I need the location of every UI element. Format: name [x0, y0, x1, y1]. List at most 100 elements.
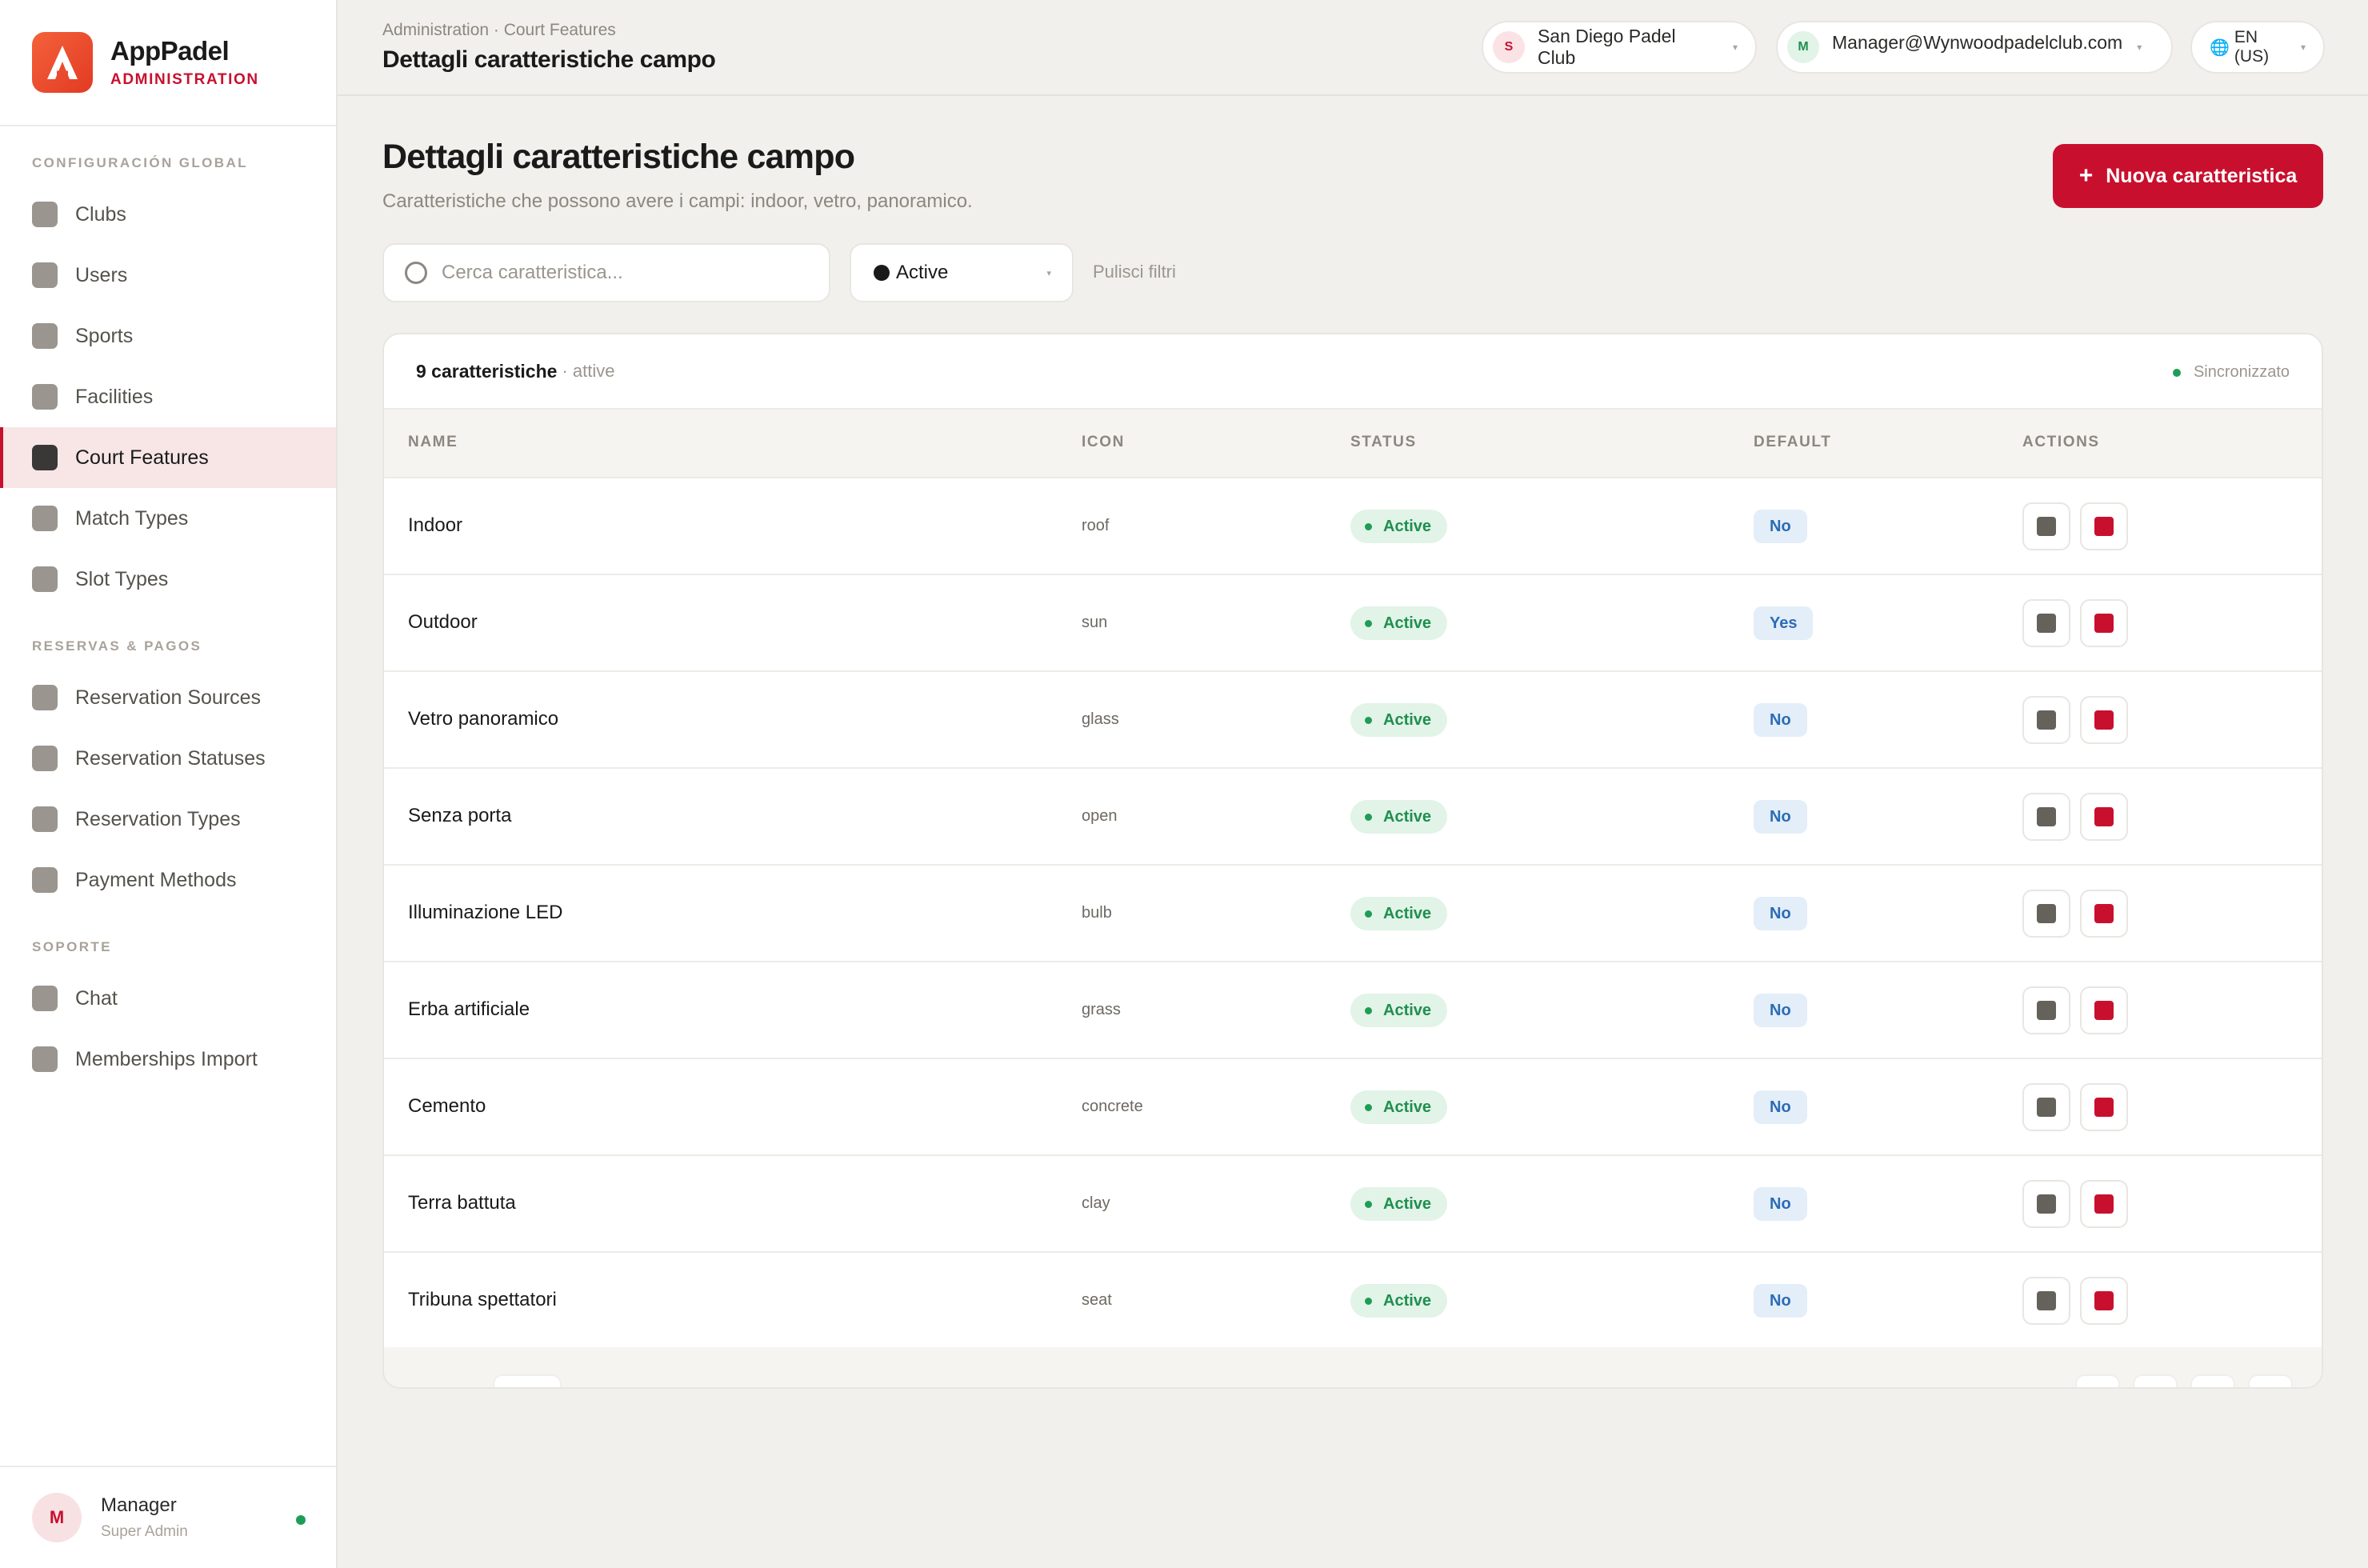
feature-icon-key: seat: [1082, 1291, 1112, 1309]
delete-icon: [2094, 1291, 2114, 1310]
search-input[interactable]: [442, 262, 810, 284]
table-row[interactable]: Erba artificiale grass Active No: [384, 962, 2322, 1059]
delete-icon: [2094, 517, 2114, 536]
reservation-types-icon: [32, 806, 58, 832]
sidebar-item-label: Facilities: [75, 385, 154, 408]
edit-button[interactable]: [2022, 1277, 2070, 1325]
table-row[interactable]: Vetro panoramico glass Active No: [384, 672, 2322, 769]
column-header-actions: ACTIONS: [2022, 434, 2100, 450]
sidebar-item-payment-methods[interactable]: Payment Methods: [0, 850, 336, 910]
status-filter[interactable]: Active ▾: [850, 243, 1074, 302]
feature-icon-key: open: [1082, 807, 1118, 825]
sidebar-item-slot-types[interactable]: Slot Types: [0, 549, 336, 610]
sidebar-item-label: Slot Types: [75, 567, 169, 590]
sidebar-item-match-types[interactable]: Match Types: [0, 488, 336, 549]
feature-icon-key: sun: [1082, 614, 1108, 631]
status-dot-icon: [1365, 1200, 1372, 1208]
feature-icon-key: glass: [1082, 710, 1119, 728]
table-row[interactable]: Indoor roof Active No: [384, 478, 2322, 575]
delete-button[interactable]: [2080, 890, 2128, 938]
default-badge: No: [1754, 1187, 1807, 1221]
sidebar-item-users[interactable]: Users: [0, 245, 336, 306]
pagination-button[interactable]: [2248, 1374, 2293, 1387]
delete-button[interactable]: [2080, 1180, 2128, 1228]
sidebar-item-memberships-import[interactable]: Memberships Import: [0, 1029, 336, 1090]
edit-button[interactable]: [2022, 793, 2070, 841]
pagination-button[interactable]: [2075, 1374, 2120, 1387]
edit-icon: [2037, 1098, 2056, 1117]
sidebar-item-chat[interactable]: Chat: [0, 968, 336, 1029]
default-badge: No: [1754, 800, 1807, 834]
table-row[interactable]: Senza porta open Active No: [384, 769, 2322, 866]
sidebar-item-label: Reservation Statuses: [75, 746, 266, 770]
status-badge-label: Active: [1383, 517, 1432, 535]
delete-button[interactable]: [2080, 1277, 2128, 1325]
table-row[interactable]: Illuminazione LED bulb Active No: [384, 866, 2322, 962]
table-row[interactable]: Tribuna spettatori seat Active No: [384, 1253, 2322, 1350]
sidebar-item-reservation-statuses[interactable]: Reservation Statuses: [0, 728, 336, 789]
brand[interactable]: AppPadel ADMINISTRATION: [0, 0, 336, 126]
delete-button[interactable]: [2080, 599, 2128, 647]
edit-button[interactable]: [2022, 599, 2070, 647]
status-badge: Active: [1350, 703, 1448, 737]
sidebar-item-reservation-types[interactable]: Reservation Types: [0, 789, 336, 850]
delete-button[interactable]: [2080, 502, 2128, 550]
language-selector[interactable]: 🌐 EN (US) ▾: [2190, 21, 2325, 74]
column-header-name[interactable]: NAME: [408, 434, 458, 451]
club-selector[interactable]: S San Diego Padel Club ▾: [1482, 21, 1757, 74]
account-selector[interactable]: M Manager@Wynwoodpadelclub.com ▾: [1776, 21, 2173, 74]
sidebar-item-clubs[interactable]: Clubs: [0, 184, 336, 245]
pagination-button[interactable]: [2190, 1374, 2235, 1387]
delete-button[interactable]: [2080, 1083, 2128, 1131]
sidebar: AppPadel ADMINISTRATION CONFIGURACIÓN GL…: [0, 0, 338, 1568]
sidebar-item-sports[interactable]: Sports: [0, 306, 336, 366]
edit-button[interactable]: [2022, 696, 2070, 744]
status-badge-label: Active: [1383, 1194, 1432, 1213]
feature-icon-key: clay: [1082, 1194, 1110, 1212]
feature-name: Erba artificiale: [408, 998, 530, 1020]
sidebar-item-label: Reservation Types: [75, 807, 241, 830]
delete-button[interactable]: [2080, 793, 2128, 841]
slot-types-icon: [32, 566, 58, 592]
feature-name: Terra battuta: [408, 1192, 516, 1214]
table-row[interactable]: Terra battuta clay Active No: [384, 1156, 2322, 1253]
column-header-default[interactable]: DEFAULT: [1754, 434, 1831, 451]
table-row[interactable]: Outdoor sun Active Yes: [384, 575, 2322, 672]
sync-dot-icon: [2172, 368, 2181, 377]
edit-button[interactable]: [2022, 986, 2070, 1034]
language-label: EN (US): [2234, 28, 2270, 66]
chat-icon: [32, 986, 58, 1011]
clear-filters-link[interactable]: Pulisci filtri: [1093, 262, 1176, 282]
brand-name: AppPadel: [110, 36, 230, 66]
pagination-button[interactable]: [2133, 1374, 2178, 1387]
edit-button[interactable]: [2022, 1180, 2070, 1228]
facilities-icon: [32, 384, 58, 410]
edit-icon: [2037, 614, 2056, 633]
sync-status: Sincronizzato: [2172, 363, 2290, 382]
edit-button[interactable]: [2022, 890, 2070, 938]
edit-button[interactable]: [2022, 502, 2070, 550]
page-size-select[interactable]: [493, 1374, 562, 1387]
status-badge-label: Active: [1383, 710, 1432, 729]
search-box[interactable]: [382, 243, 830, 302]
new-feature-button[interactable]: + Nuova caratteristica: [2053, 144, 2323, 208]
feature-name: Tribuna spettatori: [408, 1289, 557, 1310]
sidebar-item-facilities[interactable]: Facilities: [0, 366, 336, 427]
edit-button[interactable]: [2022, 1083, 2070, 1131]
chevron-down-icon: ▾: [2300, 42, 2306, 53]
page-subtitle: Caratteristiche che possono avere i camp…: [382, 190, 973, 212]
delete-icon: [2094, 614, 2114, 633]
status-badge-label: Active: [1383, 1001, 1432, 1019]
sidebar-item-reservation-sources[interactable]: Reservation Sources: [0, 667, 336, 728]
delete-button[interactable]: [2080, 986, 2128, 1034]
delete-button[interactable]: [2080, 696, 2128, 744]
feature-name: Senza porta: [408, 805, 512, 826]
sidebar-item-court-features[interactable]: Court Features: [0, 427, 336, 488]
user-profile[interactable]: M Manager Super Admin: [0, 1466, 336, 1568]
table-row[interactable]: Cemento concrete Active No: [384, 1059, 2322, 1156]
plus-icon: +: [2078, 162, 2094, 189]
sidebar-item-label: Reservation Sources: [75, 686, 262, 709]
column-header-icon[interactable]: ICON: [1082, 434, 1125, 451]
column-header-status[interactable]: STATUS: [1350, 434, 1417, 451]
status-badge: Active: [1350, 1090, 1448, 1124]
